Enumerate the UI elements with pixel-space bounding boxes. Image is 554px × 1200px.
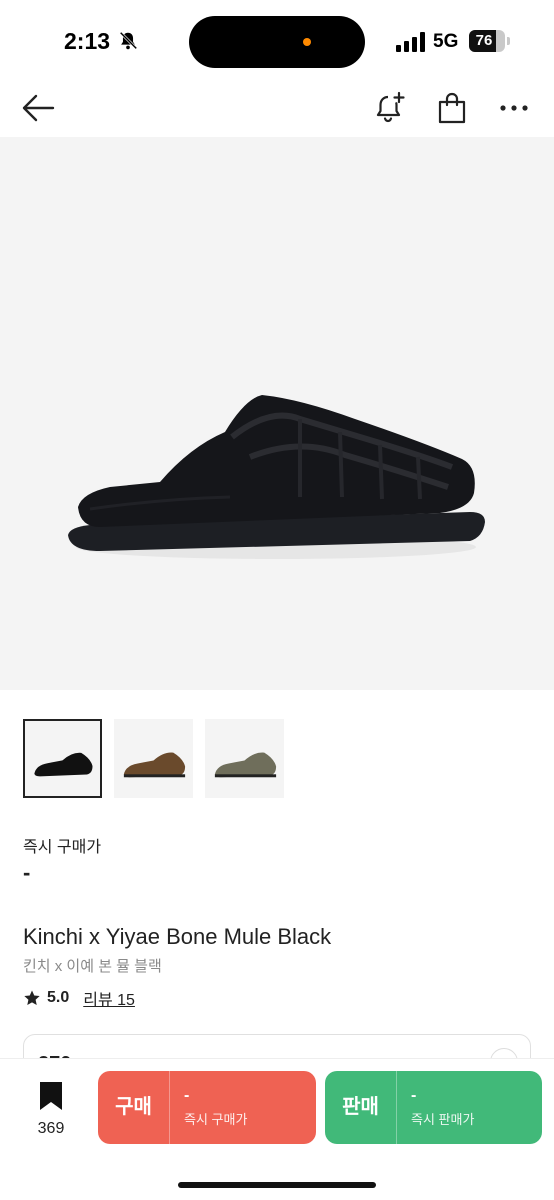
status-bar: 2:13 5G 76 xyxy=(0,0,554,80)
review-link[interactable]: 리뷰 15 xyxy=(83,986,135,1010)
thumbnail-brown[interactable] xyxy=(114,719,193,798)
bell-off-icon xyxy=(119,31,138,50)
notification-add-button[interactable] xyxy=(372,90,408,126)
thumb-shoe-olive xyxy=(214,752,277,778)
back-button[interactable] xyxy=(20,90,56,126)
product-hero-image[interactable] xyxy=(0,137,554,690)
sell-sub: 즉시 판매가 xyxy=(411,1112,475,1127)
dynamic-island xyxy=(189,16,365,68)
buy-price: - xyxy=(184,1087,190,1104)
wishlist-button[interactable]: 369 xyxy=(26,1081,76,1138)
mule-shoe-illustration xyxy=(68,395,485,559)
bottom-action-bar: 369 구매 - 즉시 구매가 판매 - 즉시 판매가 xyxy=(0,1058,554,1200)
star-icon xyxy=(24,990,40,1006)
recording-dot xyxy=(303,38,311,46)
signal-icon xyxy=(396,32,425,52)
thumb-shoe-brown xyxy=(123,752,186,778)
buy-sub: 즉시 구매가 xyxy=(184,1112,248,1127)
more-horizontal-icon xyxy=(500,105,528,111)
buy-button[interactable]: 구매 - 즉시 구매가 xyxy=(98,1071,316,1144)
status-time: 2:13 xyxy=(64,28,111,54)
rating-score: 5.0 xyxy=(47,989,70,1006)
bookmark-icon xyxy=(40,1082,62,1110)
more-button[interactable] xyxy=(496,90,532,126)
battery-level: 76 xyxy=(475,32,493,49)
app-header xyxy=(0,80,554,136)
product-subtitle: 킨치 x 이예 본 뮬 블랙 xyxy=(23,958,162,975)
arrow-left-icon xyxy=(22,94,55,122)
sell-button[interactable]: 판매 - 즉시 판매가 xyxy=(325,1071,542,1144)
product-title: Kinchi x Yiyae Bone Mule Black xyxy=(23,924,332,949)
thumbnail-olive[interactable] xyxy=(205,719,284,798)
wishlist-count: 369 xyxy=(37,1120,65,1137)
shopping-bag-button[interactable] xyxy=(434,90,470,126)
bell-plus-icon xyxy=(376,91,405,123)
sell-label: 판매 xyxy=(325,1071,397,1144)
thumbnail-black[interactable] xyxy=(23,719,102,798)
home-indicator xyxy=(178,1182,376,1188)
shopping-bag-icon xyxy=(438,92,466,124)
network-type: 5G xyxy=(433,31,459,52)
battery-icon: 76 xyxy=(469,30,505,52)
rating-row: 5.0 리뷰 15 xyxy=(23,986,135,1010)
thumb-shoe-black xyxy=(34,752,93,777)
sell-price: - xyxy=(411,1087,417,1104)
buy-label: 구매 xyxy=(98,1071,170,1144)
thumbnail-strip xyxy=(23,719,284,798)
immediate-price-label: 즉시 구매가 xyxy=(23,839,102,856)
immediate-price-value: - xyxy=(23,860,31,885)
battery-cap xyxy=(507,37,510,45)
